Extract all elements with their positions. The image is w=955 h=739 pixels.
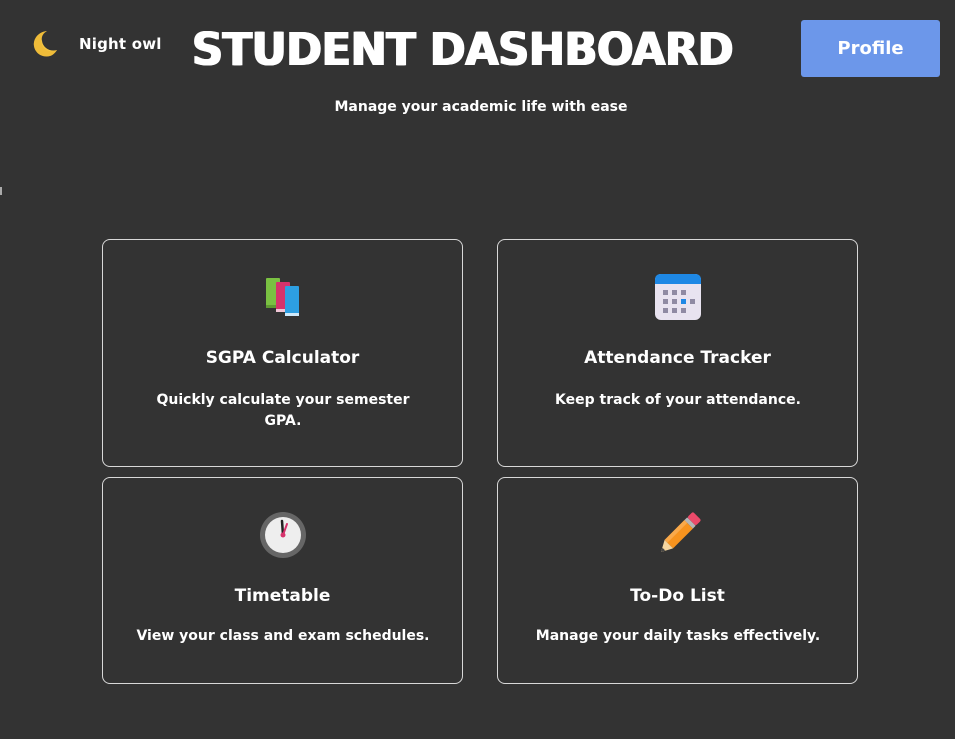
clock-icon bbox=[260, 512, 306, 558]
profile-button[interactable]: Profile bbox=[801, 20, 940, 77]
card-title: Timetable bbox=[234, 586, 331, 606]
theme-toggle[interactable]: Night owl bbox=[28, 28, 162, 60]
calendar-icon bbox=[655, 274, 701, 320]
books-icon bbox=[266, 278, 299, 316]
card-attendance-tracker[interactable]: Attendance Tracker Keep track of your at… bbox=[497, 239, 858, 467]
pencil-icon bbox=[661, 512, 701, 552]
dashboard-page: Night owl STUDENT DASHBOARD Profile Mana… bbox=[0, 0, 955, 739]
page-subtitle: Manage your academic life with ease bbox=[334, 99, 628, 115]
card-description: Quickly calculate your semester GPA. bbox=[156, 392, 410, 429]
theme-label: Night owl bbox=[79, 35, 162, 53]
card-title: To-Do List bbox=[630, 586, 725, 606]
card-description: View your class and exam schedules. bbox=[136, 628, 430, 644]
card-sgpa-calculator[interactable]: SGPA Calculator Quickly calculate your s… bbox=[102, 239, 463, 467]
card-timetable[interactable]: Timetable View your class and exam sched… bbox=[102, 477, 463, 684]
card-title: Attendance Tracker bbox=[584, 348, 771, 368]
page-title: STUDENT DASHBOARD bbox=[192, 23, 734, 76]
card-todo-list[interactable]: To-Do List Manage your daily tasks effec… bbox=[497, 477, 858, 684]
moon-icon bbox=[33, 31, 57, 57]
card-description: Keep track of your attendance. bbox=[555, 392, 801, 408]
card-description: Manage your daily tasks effectively. bbox=[535, 628, 821, 644]
card-title: SGPA Calculator bbox=[205, 348, 360, 368]
edge-marker bbox=[0, 187, 2, 195]
